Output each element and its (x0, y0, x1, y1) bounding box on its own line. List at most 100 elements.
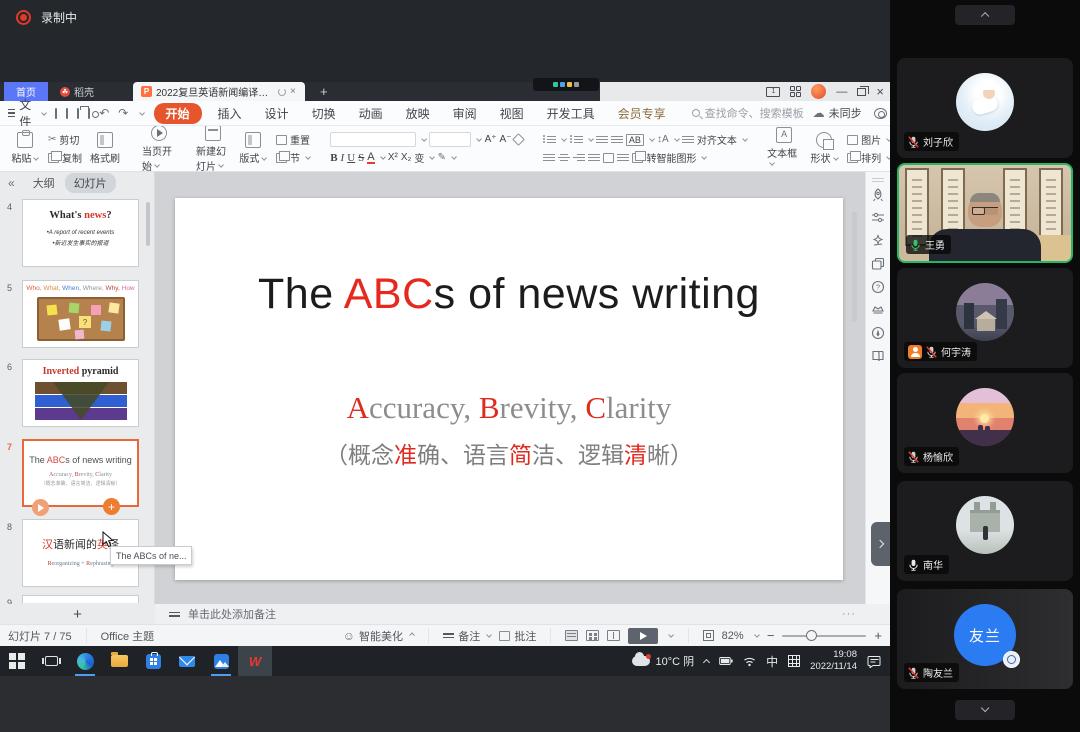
notes-placeholder[interactable]: 单击此处添加备注 (188, 606, 276, 622)
bullet-list-icon[interactable] (543, 134, 556, 145)
italic-button[interactable]: I (341, 152, 345, 164)
justify-icon[interactable] (588, 152, 600, 163)
slide-thumbnail-9-partial[interactable] (22, 595, 139, 603)
ime-indicator[interactable]: 中 (766, 653, 778, 670)
superscript-button[interactable]: X² (388, 152, 398, 163)
layers-icon[interactable] (871, 257, 885, 271)
font-color-button[interactable]: A (367, 152, 374, 164)
print-icon[interactable] (77, 108, 79, 119)
font-name-input[interactable] (330, 132, 416, 147)
ime-grid-icon[interactable] (788, 655, 800, 667)
zoom-level[interactable]: 82% (722, 630, 744, 642)
format-painter-button[interactable]: 格式刷 (88, 132, 122, 165)
strikethrough-button[interactable]: S (358, 152, 364, 164)
participant-tile-nan[interactable]: 南华 (897, 481, 1073, 581)
taskbar-store[interactable] (136, 646, 170, 676)
numbered-list-icon[interactable] (570, 134, 583, 145)
smart-beautify-button[interactable]: ☺ 智能美化 (343, 628, 414, 644)
navigation-compass-icon[interactable] (871, 326, 885, 340)
align-center-icon[interactable] (558, 152, 570, 163)
tab-docer[interactable]: ☘稻壳 (52, 82, 102, 101)
list-style-icon[interactable] (617, 152, 629, 163)
participant-tile-tao[interactable]: 友兰 陶友兰 (897, 589, 1073, 689)
copy-button[interactable]: 复制 (48, 150, 82, 165)
text-effects-button[interactable]: 变 (414, 150, 424, 165)
text-box-button[interactable]: 文本框 (767, 127, 801, 171)
cut-button[interactable]: ✂剪切 (48, 132, 82, 147)
bold-button[interactable]: B (330, 152, 337, 164)
slide-thumbnail-7-selected[interactable]: The ABCs of news writing Accuracy, Brevi… (22, 439, 139, 507)
account-avatar[interactable] (811, 84, 826, 99)
beautify-wand-icon[interactable] (871, 234, 885, 248)
workspace-grid-icon[interactable] (790, 86, 801, 97)
properties-sliders-icon[interactable] (871, 211, 885, 225)
align-text-button[interactable]: 对齐文本 (682, 132, 747, 147)
scroll-down-button[interactable] (955, 700, 1015, 720)
section-button[interactable]: 节 (276, 150, 310, 165)
slide-thumbnail-5[interactable]: Who, What, When, Where, Why, How ? (22, 280, 139, 348)
ribbon-tab-review[interactable]: 审阅 (446, 103, 484, 124)
undo-icon[interactable]: ↶ (99, 106, 109, 120)
font-size-input[interactable] (429, 132, 471, 147)
play-options-caret[interactable] (669, 633, 675, 639)
panel-collapse-handle[interactable] (871, 522, 890, 566)
notes-toggle-button[interactable]: 备注 (443, 628, 491, 644)
participant-tile-wang-active-speaker[interactable]: 王勇 (897, 163, 1073, 263)
start-button[interactable] (0, 646, 34, 676)
clear-format-icon[interactable] (513, 133, 526, 146)
text-direction-icon[interactable]: AB (626, 134, 644, 146)
thumb7-add-button[interactable]: + (103, 498, 120, 515)
font-decrease-button[interactable]: A⁻ (500, 134, 512, 145)
paste-button[interactable]: 粘贴 (8, 132, 42, 165)
theme-name[interactable]: Office 主题 (101, 628, 155, 644)
taskbar-mail[interactable] (170, 646, 204, 676)
taskbar-meeting-app[interactable] (204, 646, 238, 676)
slide-thumbnail-6[interactable]: Inverted pyramid (22, 359, 139, 427)
weather-widget[interactable]: 10°C 阴 (632, 653, 695, 669)
zoom-out-button[interactable]: − (767, 628, 775, 643)
comments-button[interactable]: 批注 (499, 628, 536, 644)
help-icon[interactable]: ? (871, 280, 885, 294)
shapes-button[interactable]: 形状 (807, 132, 841, 165)
collapse-panel-icon[interactable]: « (8, 176, 15, 190)
highlight-pen-button[interactable]: ✎ (438, 152, 446, 163)
hidden-icons-chevron[interactable] (703, 659, 710, 666)
canvas-scrollbar[interactable] (852, 212, 857, 322)
taskbar-file-explorer[interactable] (102, 646, 136, 676)
decrease-indent-icon[interactable] (596, 134, 608, 145)
to-smartart-button[interactable]: 转智能图形 (632, 150, 706, 165)
minimize-button[interactable]: — (836, 86, 847, 98)
close-button[interactable]: × (876, 84, 884, 99)
reading-view-button[interactable] (607, 630, 620, 641)
picture-button[interactable]: 图片 (847, 132, 890, 147)
fit-slide-icon[interactable] (703, 630, 714, 641)
more-options-icon[interactable]: ··· (842, 608, 856, 620)
thumb7-play-button[interactable] (32, 499, 49, 516)
participant-tile-he[interactable]: 何宇涛 (897, 268, 1073, 368)
export-icon[interactable] (66, 108, 68, 119)
participant-tile-liu[interactable]: 刘子欣 (897, 58, 1073, 158)
participant-tile-yang[interactable]: 杨愉欣 (897, 373, 1073, 473)
underline-button[interactable]: U (347, 152, 355, 164)
reference-book-icon[interactable] (871, 349, 885, 363)
new-slide-button[interactable]: 新建幻灯片 (196, 126, 230, 172)
add-slide-button[interactable]: + (73, 606, 82, 623)
panel-scrollbar[interactable] (146, 202, 150, 246)
subscript-button[interactable]: X₂ (401, 152, 412, 163)
zoom-slider-knob[interactable] (806, 630, 817, 641)
scroll-up-button[interactable] (955, 5, 1015, 25)
task-view-button[interactable] (34, 646, 68, 676)
ribbon-tab-slideshow[interactable]: 放映 (399, 103, 437, 124)
ribbon-tab-transition[interactable]: 切换 (305, 103, 343, 124)
current-slide[interactable]: The ABCs of news writing Accuracy, Brevi… (175, 198, 843, 580)
slide-thumbnail-4[interactable]: What's news? •A report of recent events … (22, 199, 139, 267)
sync-status[interactable]: ☁未同步 (813, 105, 862, 121)
taskbar-edge[interactable] (68, 646, 102, 676)
increase-indent-icon[interactable] (611, 134, 623, 145)
battery-icon[interactable] (719, 656, 733, 666)
line-spacing-icon[interactable]: ↕A (657, 134, 669, 145)
ribbon-tab-animation[interactable]: 动画 (352, 103, 390, 124)
print-preview-icon[interactable] (88, 108, 90, 119)
align-left-icon[interactable] (543, 152, 555, 163)
redo-icon[interactable]: ↷ (118, 106, 128, 120)
